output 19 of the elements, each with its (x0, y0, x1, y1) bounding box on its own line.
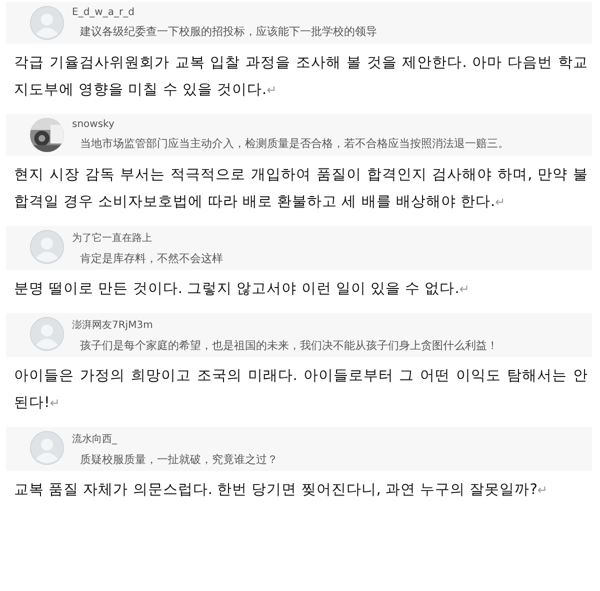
translation-paragraph: 교복 품질 자체가 의문스럽다. 한번 당기면 찢어진다니, 과연 누구의 잘못일까?↵ (13, 481, 548, 500)
avatar-icon (30, 431, 64, 465)
comment-text: 肯定是库存料，不然不会这样 (79, 251, 223, 266)
username: snowsky (72, 119, 116, 130)
translation-paragraph: 분명 떨이로 만든 것이다. 그렇지 않고서야 이런 일이 있을 수 없다.↵ (13, 280, 470, 299)
translation-paragraph: 현지 시장 감독 부서는 적극적으로 개입하여 품질이 합격인지 검사해야 하며, 만약 불합격일 경우 소비자보호법에 따라 배로 환불하고 세 배를 배상해야 한다.↵ (13, 166, 589, 212)
comment-text: 当地市场监管部门应当主动介入，检测质量是否合格，若不合格应当按照消法退一赔三。 (79, 136, 509, 151)
username: 为了它一直在路上 (72, 232, 153, 245)
translation-paragraph: 각급 기율검사위원회가 교복 입찰 과정을 조사해 볼 것을 제안한다. 아마 다음번 학교 지도부에 영향을 미칠 수 있을 것이다.↵ (13, 54, 589, 100)
username: 澎湃网友7RjM3m (72, 318, 154, 332)
username: 流水向西_ (72, 432, 118, 446)
avatar-icon (30, 230, 64, 264)
username: E_d_w_a_r_d (72, 7, 136, 18)
avatar-icon (30, 6, 64, 40)
avatar-icon (30, 317, 64, 351)
translation-paragraph: 아이들은 가정의 희망이고 조국의 미래다. 아이들로부터 그 어떤 이익도 탐해서는 안 된다!↵ (13, 367, 589, 413)
comment-text: 建议各级纪委查一下校服的招投标，应该能下一批学校的领导 (79, 24, 377, 39)
comment-text: 质疑校服质量，一扯就破，究竟谁之过？ (79, 452, 278, 467)
comment-text: 孩子们是每个家庭的希望，也是祖国的未来，我们决不能从孩子们身上贪图什么利益！ (79, 338, 498, 353)
